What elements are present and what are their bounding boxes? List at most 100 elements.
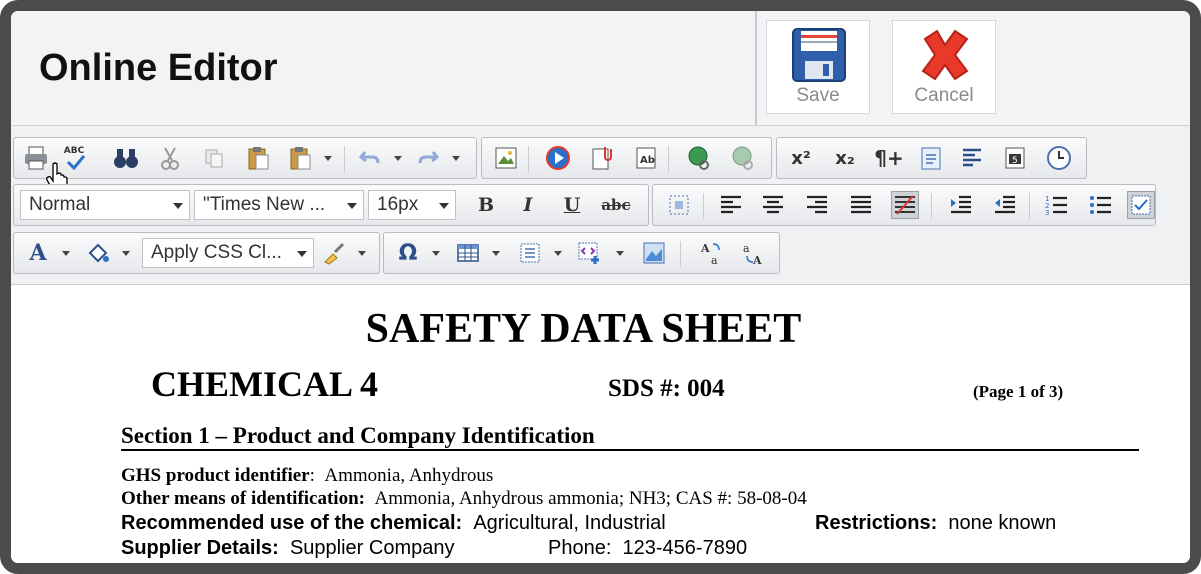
- insert-table-button[interactable]: [454, 239, 482, 267]
- omega-icon: Ω: [398, 240, 418, 266]
- toolbar-group-font: Normal "Times New ... 16px B I U abc: [13, 184, 649, 226]
- bullet-list-icon: [1090, 196, 1111, 214]
- chevron-down-icon[interactable]: [492, 251, 500, 256]
- chevron-down-icon[interactable]: [122, 251, 130, 256]
- hyperlink-button[interactable]: [686, 144, 714, 172]
- globe-link-icon: [688, 146, 709, 170]
- page-properties-button[interactable]: 5: [1001, 144, 1029, 172]
- editor-content-area[interactable]: SAFETY DATA SHEET CHEMICAL 4 SDS #: 004 …: [11, 284, 1190, 563]
- chevron-down-icon[interactable]: [554, 251, 562, 256]
- chevron-down-icon[interactable]: [452, 156, 460, 161]
- table-icon: [457, 244, 479, 262]
- insert-media-button[interactable]: [544, 144, 572, 172]
- scissors-icon: [161, 147, 179, 170]
- format-dropdown[interactable]: Normal: [20, 190, 190, 220]
- underline-button[interactable]: U: [558, 191, 586, 219]
- italic-button[interactable]: I: [514, 191, 542, 219]
- document-manager-button[interactable]: [588, 144, 616, 172]
- align-left-button[interactable]: [717, 191, 745, 219]
- convert-lower-button[interactable]: Aa: [698, 239, 726, 267]
- save-button[interactable]: Save: [766, 20, 870, 114]
- align-right-button[interactable]: [803, 191, 831, 219]
- css-class-dropdown[interactable]: Apply CSS Cl...: [142, 238, 314, 268]
- chevron-down-icon[interactable]: [432, 251, 440, 256]
- insert-snippet-button[interactable]: [576, 239, 604, 267]
- chevron-down-icon[interactable]: [62, 251, 70, 256]
- flash-manager-button[interactable]: Ab: [632, 144, 660, 172]
- chevron-down-icon[interactable]: [616, 251, 624, 256]
- strikethrough-button[interactable]: abc: [601, 191, 631, 219]
- cut-button[interactable]: [156, 144, 184, 172]
- numbered-list-button[interactable]: 123: [1043, 191, 1071, 219]
- bold-button[interactable]: B: [472, 191, 500, 219]
- find-button[interactable]: [112, 144, 140, 172]
- recommended-use-value: Agricultural, Industrial: [473, 512, 666, 534]
- copy-button[interactable]: [200, 144, 228, 172]
- paragraph-style-button[interactable]: [516, 239, 544, 267]
- format-dropdown-value: Normal: [29, 194, 91, 215]
- unlink-button[interactable]: [730, 144, 758, 172]
- svg-text:Ab: Ab: [640, 155, 655, 166]
- convert-upper-button[interactable]: aA: [740, 239, 768, 267]
- undo-button[interactable]: [356, 144, 384, 172]
- clipboard-text-icon: [921, 147, 941, 170]
- superscript-button[interactable]: x²: [787, 144, 815, 172]
- font-color-button[interactable]: A: [24, 239, 52, 267]
- select-all-icon: [669, 195, 689, 215]
- numbered-list-icon: 123: [1045, 195, 1067, 217]
- align-toggle-button[interactable]: [959, 144, 987, 172]
- outdent-button[interactable]: [991, 191, 1019, 219]
- image-map-button[interactable]: [640, 239, 668, 267]
- clipboard-icon: [248, 147, 269, 170]
- highlight-color-button[interactable]: [84, 239, 112, 267]
- paint-bucket-icon: [88, 243, 109, 263]
- justify-button[interactable]: [847, 191, 875, 219]
- insert-paragraph-button[interactable]: ¶+: [874, 144, 903, 172]
- media-play-icon: [546, 146, 570, 170]
- font-size-dropdown[interactable]: 16px: [368, 190, 456, 220]
- chevron-down-icon[interactable]: [394, 156, 402, 161]
- insert-symbol-button[interactable]: Ω: [394, 239, 422, 267]
- image-map-icon: [643, 242, 665, 264]
- cancel-label: Cancel: [914, 85, 974, 106]
- font-family-dropdown[interactable]: "Times New ...: [194, 190, 364, 220]
- paste-special-button[interactable]: [286, 144, 314, 172]
- insert-image-button[interactable]: [492, 144, 520, 172]
- format-code-button[interactable]: [917, 144, 945, 172]
- toggle-border-button[interactable]: [1127, 191, 1155, 219]
- cancel-button[interactable]: Cancel: [892, 20, 996, 114]
- bold-icon: B: [477, 194, 495, 216]
- align-center-button[interactable]: [759, 191, 787, 219]
- svg-text:a: a: [743, 242, 750, 255]
- strikethrough-icon: abc: [601, 196, 631, 214]
- chevron-down-icon[interactable]: [324, 156, 332, 161]
- restrictions-label: Restrictions:: [815, 512, 938, 534]
- remove-alignment-button[interactable]: [891, 191, 919, 219]
- select-all-button[interactable]: [665, 191, 693, 219]
- redo-button[interactable]: [414, 144, 442, 172]
- document-title: SAFETY DATA SHEET: [365, 306, 802, 352]
- other-label: Other means of identification:: [121, 488, 365, 509]
- chevron-down-icon: [297, 251, 307, 257]
- chevron-down-icon[interactable]: [358, 251, 366, 256]
- header-divider: [755, 11, 757, 125]
- insert-time-button[interactable]: [1045, 144, 1073, 172]
- code-snippet-icon: [578, 242, 599, 264]
- paste-button[interactable]: [244, 144, 272, 172]
- convert-case-icon: Aa: [700, 242, 720, 266]
- toolbar-separator: [703, 193, 704, 219]
- page-title: Online Editor: [39, 47, 278, 89]
- indent-button[interactable]: [947, 191, 975, 219]
- brush-icon: [324, 242, 345, 265]
- format-stripper-button[interactable]: [320, 239, 348, 267]
- subscript-icon: x₂: [835, 147, 855, 169]
- spellcheck-button[interactable]: ABC: [60, 144, 88, 172]
- toolbar-group-style: A Apply CSS Cl...: [13, 232, 380, 274]
- svg-text:A: A: [752, 254, 762, 266]
- subscript-button[interactable]: x₂: [831, 144, 859, 172]
- copy-icon: [205, 149, 223, 168]
- toolbar-group-paragraph: 123: [652, 184, 1156, 226]
- document-5-icon: 5: [1005, 147, 1025, 169]
- bullet-list-button[interactable]: [1087, 191, 1115, 219]
- redo-icon: [418, 151, 439, 164]
